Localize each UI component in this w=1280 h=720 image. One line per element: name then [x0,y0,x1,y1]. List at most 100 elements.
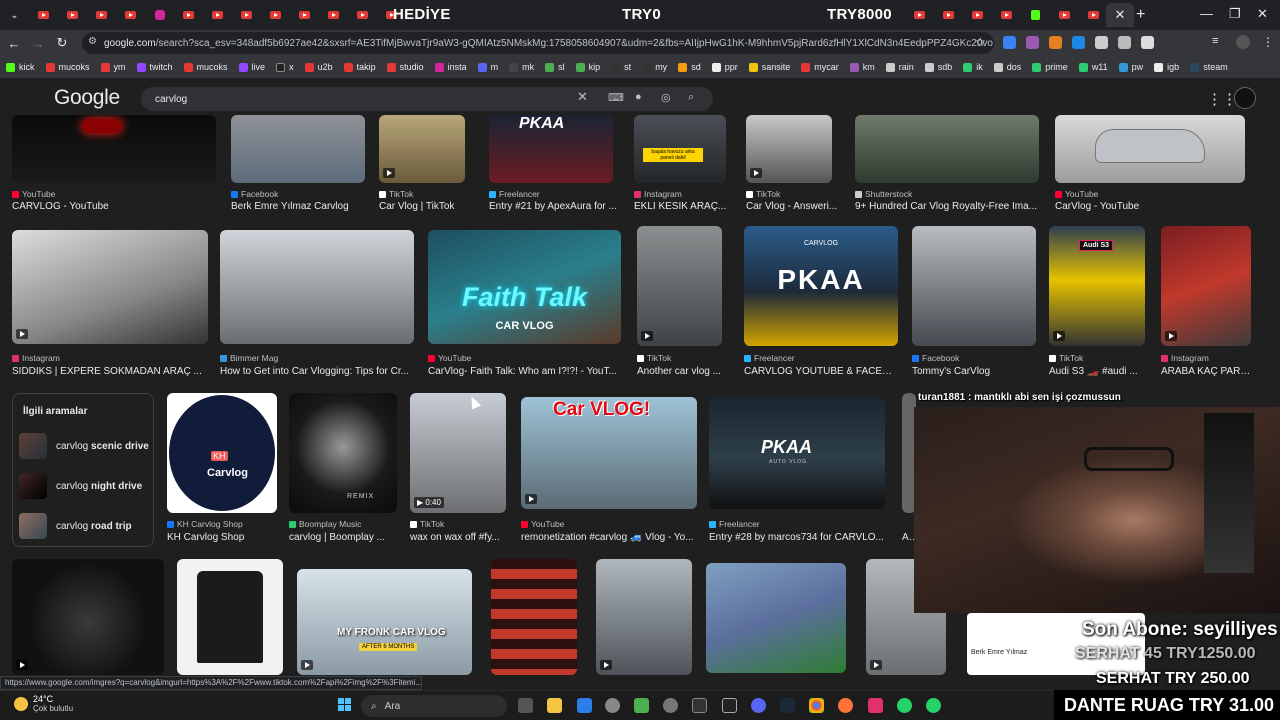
voice-search-icon[interactable]: ● [635,91,642,103]
tab[interactable] [1050,0,1079,30]
image-result[interactable]: TikTok Another car vlog ... [637,226,729,380]
bookmark-item[interactable]: ik [963,62,983,72]
taskbar-search[interactable]: ⌕ Ara [361,695,507,717]
app-icon[interactable] [663,698,678,713]
related-search-item[interactable]: carvlog road trip [19,511,149,541]
image-result[interactable]: ▶ 0:40 TikTok wax on wax off #fy... [410,393,510,545]
bookmark-item[interactable]: igb [1154,62,1179,72]
tab[interactable] [992,0,1021,30]
bookmark-item[interactable]: sansite [748,62,790,72]
whatsapp-icon[interactable] [897,698,912,713]
image-result[interactable]: Facebook Berk Emre Yılmaz Carvlog [231,115,371,215]
image-result[interactable]: Instagram ARABA KAÇ PARA... [1161,226,1253,380]
search-icon[interactable]: ⌕ [688,91,694,104]
tab[interactable] [963,0,992,30]
media-icon[interactable]: ≡ [1212,35,1218,47]
chrome-icon[interactable] [809,698,824,713]
image-result[interactable]: YouTube CARVLOG - YouTube [12,115,216,215]
bookmark-item[interactable]: takip [343,62,376,72]
tab[interactable] [232,0,261,30]
result-title[interactable]: wax on wax off #fy... [410,532,510,543]
result-title[interactable]: CarVlog - YouTube [1055,201,1251,212]
app-icon[interactable] [634,698,649,713]
bookmark-item[interactable]: dos [993,62,1021,72]
result-title[interactable]: Audi S3 🏎️ #audi ... [1049,366,1145,377]
bookmark-item[interactable]: mucoks [183,62,228,72]
bookmark-item[interactable]: km [849,62,875,72]
extension-icon[interactable] [1095,36,1108,49]
close-window-button[interactable]: ✕ [1257,6,1268,22]
bookmark-item[interactable]: insta [434,62,467,72]
apps-grid-icon[interactable]: ⋮⋮ [1207,90,1237,108]
result-title[interactable]: SIDDIKS | EXPERE SOKMADAN ARAÇ ... [12,366,208,377]
bookmark-item[interactable]: sdb [924,62,952,72]
image-result[interactable]: YouTube CarVlog - YouTube [1055,115,1251,215]
tab[interactable] [58,0,87,30]
clear-search-button[interactable]: ✕ [577,89,588,105]
whatsapp-icon[interactable] [926,698,941,713]
forward-button[interactable]: → [26,36,50,51]
new-tab-button[interactable]: + [1136,6,1145,24]
image-result[interactable]: REMIX Boomplay Music carvlog | Boomplay … [289,393,399,545]
result-title[interactable]: CARVLOG YOUTUBE & FACEB... [744,366,896,377]
firefox-icon[interactable] [838,698,853,713]
tab[interactable] [1021,0,1050,30]
back-button[interactable]: ← [2,36,26,51]
discord-icon[interactable] [751,698,766,713]
bookmark-item[interactable]: w11 [1078,62,1108,72]
bookmark-item[interactable]: twitch [136,62,173,72]
image-result[interactable]: CARVLOG PKAA Freelancer CARVLOG YOUTUBE … [744,226,900,380]
image-result[interactable] [491,559,577,677]
store-icon[interactable] [577,698,592,713]
image-result[interactable] [12,559,166,677]
result-title[interactable]: Another car vlog ... [637,366,729,377]
keyboard-icon[interactable]: ⌨ [608,91,624,104]
tab[interactable] [87,0,116,30]
weather-widget[interactable]: 24°C Çok bulutlu [14,694,73,713]
result-title[interactable]: remonetization #carvlog 🚙 Vlog - Yo... [521,532,697,543]
result-title[interactable]: ARABA KAÇ PARA... [1161,366,1253,377]
image-result[interactable]: MY FRONK CAR VLOG AFTER 6 MONTHS [297,569,473,677]
result-title[interactable]: Entry #21 by ApexAura for ... [489,201,617,212]
bookmark-item[interactable]: my [642,62,667,72]
bookmark-item[interactable]: prime [1032,62,1068,72]
tab[interactable] [934,0,963,30]
url-field[interactable]: ⚙ google.com/search?sca_esv=348adf5b6927… [82,32,994,54]
bookmark-item[interactable]: live [238,62,265,72]
avatar[interactable] [1234,87,1256,109]
result-title[interactable]: EKLİ KESİK ARAÇ... [634,201,730,212]
result-title[interactable]: How to Get into Car Vlogging: Tips for C… [220,366,414,377]
puzzle-icon[interactable] [1141,36,1154,49]
extension-icon[interactable] [1003,36,1016,49]
google-logo[interactable]: Google [54,86,120,110]
tab[interactable] [290,0,319,30]
result-title[interactable]: CARVLOG - YouTube [12,201,216,212]
image-result[interactable]: PKAA AUTO VLOG Freelancer Entry #28 by m… [709,397,887,545]
image-result[interactable] [596,559,694,677]
result-title[interactable]: Tommy's CarVlog [912,366,1036,377]
image-result[interactable]: Facebook Tommy's CarVlog [912,226,1036,380]
bookmark-item[interactable]: ym [100,62,126,72]
bookmark-item[interactable]: mucoks [45,62,90,72]
image-result[interactable]: Audi S3 TikTok Audi S3 🏎️ #audi ... [1049,226,1147,380]
site-info-icon[interactable]: ⚙ [88,36,97,47]
bookmark-item[interactable]: st [611,62,631,72]
image-result[interactable]: TikTok Car Vlog - Answeri... [746,115,846,215]
extension-icon[interactable] [1118,36,1131,49]
maximize-button[interactable]: ❐ [1229,6,1241,22]
tab[interactable] [145,0,174,30]
related-search-item[interactable]: carvlog scenic drive [19,431,149,461]
lens-icon[interactable]: ◎ [661,91,671,104]
related-search-item[interactable]: carvlog night drive [19,471,149,501]
image-result[interactable] [706,563,846,677]
bookmark-item[interactable]: mycar [801,62,839,72]
image-result[interactable]: Shutterstock 9+ Hundred Car Vlog Royalty… [855,115,1041,215]
steam-icon[interactable] [780,698,795,713]
tab[interactable] [261,0,290,30]
tab[interactable] [174,0,203,30]
result-title[interactable]: Car Vlog - Answeri... [746,201,840,212]
minimize-button[interactable]: — [1200,6,1213,21]
result-title[interactable]: Entry #28 by marcos734 for CARVLO... [709,532,885,543]
bookmark-item[interactable]: studio [386,62,424,72]
result-title[interactable]: 9+ Hundred Car Vlog Royalty-Free Ima... [855,201,1041,212]
